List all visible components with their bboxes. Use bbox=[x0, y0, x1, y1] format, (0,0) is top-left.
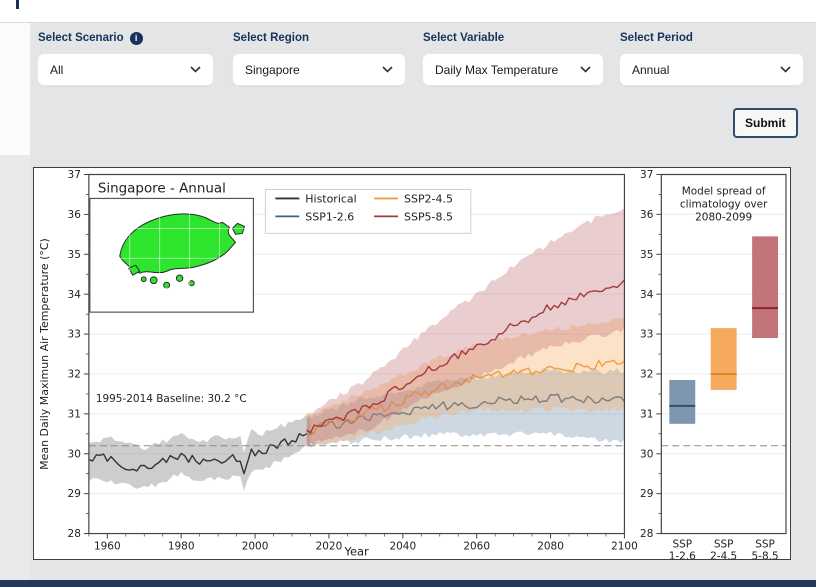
region-value: Singapore bbox=[245, 63, 300, 77]
box-panel-title: 2080-2099 bbox=[695, 211, 752, 223]
svg-text:28: 28 bbox=[640, 528, 653, 540]
chevron-down-icon bbox=[780, 66, 791, 73]
left-margin bbox=[0, 23, 30, 155]
svg-text:2080: 2080 bbox=[537, 541, 564, 553]
filter-scenario: Select Scenario i All bbox=[38, 31, 213, 85]
svg-text:34: 34 bbox=[68, 289, 82, 301]
svg-text:29: 29 bbox=[640, 488, 653, 500]
period-label-row: Select Period bbox=[620, 31, 803, 45]
scenario-select[interactable]: All bbox=[38, 54, 213, 85]
period-value: Annual bbox=[632, 63, 669, 77]
svg-text:34: 34 bbox=[640, 289, 654, 301]
svg-text:29: 29 bbox=[68, 488, 81, 500]
period-label: Select Period bbox=[620, 32, 693, 44]
svg-text:SSP: SSP bbox=[672, 539, 692, 551]
info-icon[interactable]: i bbox=[130, 32, 143, 45]
svg-text:2020: 2020 bbox=[316, 541, 343, 553]
svg-text:1960: 1960 bbox=[94, 541, 121, 553]
top-nav-bar bbox=[0, 0, 816, 23]
box-panel-title: Model spread of bbox=[682, 185, 766, 197]
svg-text:2040: 2040 bbox=[389, 541, 416, 553]
box-1-2.6 bbox=[669, 380, 695, 424]
svg-text:33: 33 bbox=[68, 329, 81, 341]
region-select[interactable]: Singapore bbox=[233, 54, 405, 85]
scenario-value: All bbox=[50, 63, 63, 77]
svg-text:SSP1-2.6: SSP1-2.6 bbox=[305, 210, 354, 223]
variable-label-row: Select Variable bbox=[423, 31, 603, 45]
variable-label: Select Variable bbox=[423, 32, 504, 44]
box-panel-title: climatology over bbox=[680, 198, 768, 210]
region-label-row: Select Region bbox=[233, 31, 405, 45]
svg-text:SSP: SSP bbox=[755, 539, 775, 551]
chart-card: 28 28 29 29 30 30 31 31 32 32 33 33 34 34 35 35 36 36 37 37… bbox=[33, 167, 791, 560]
chart-title: Singapore - Annual bbox=[98, 181, 226, 196]
svg-text:2100: 2100 bbox=[611, 541, 638, 553]
legend: Historical SSP1-2.6 SSP2-4.5 SSP5-8.5 bbox=[265, 189, 470, 233]
svg-text:1980: 1980 bbox=[168, 541, 195, 553]
x-axis-label: Year bbox=[344, 544, 370, 558]
svg-text:32: 32 bbox=[68, 369, 81, 381]
region-label: Select Region bbox=[233, 32, 309, 44]
filter-region: Select Region Singapore bbox=[233, 31, 405, 85]
scenario-label-row: Select Scenario i bbox=[38, 31, 213, 45]
variable-value: Daily Max Temperature bbox=[435, 63, 558, 77]
svg-text:30: 30 bbox=[640, 448, 653, 460]
scenario-label: Select Scenario bbox=[38, 32, 124, 44]
top-nav-fragment bbox=[16, 0, 19, 9]
inset-map bbox=[90, 198, 254, 312]
y-axis-label: Mean Daily Maximun Air Temperature (°C) bbox=[38, 238, 51, 470]
svg-text:35: 35 bbox=[68, 249, 81, 261]
period-select[interactable]: Annual bbox=[620, 54, 803, 85]
svg-text:Historical: Historical bbox=[305, 192, 356, 205]
svg-text:37: 37 bbox=[640, 169, 653, 181]
svg-text:2000: 2000 bbox=[242, 541, 269, 553]
series-historical bbox=[89, 414, 311, 490]
svg-text:36: 36 bbox=[640, 209, 653, 221]
svg-text:33: 33 bbox=[640, 329, 653, 341]
climate-projection-chart: 28 28 29 29 30 30 31 31 32 32 33 33 34 34 35 35 36 36 37 37… bbox=[34, 168, 790, 559]
svg-text:36: 36 bbox=[68, 209, 81, 221]
box-panel: Model spread ofclimatology over2080-2099… bbox=[669, 185, 779, 559]
chevron-down-icon bbox=[382, 66, 393, 73]
svg-text:31: 31 bbox=[68, 408, 81, 420]
baseline-annotation: 1995-2014 Baseline: 30.2 °C bbox=[96, 393, 247, 405]
page: Select Scenario i All Select Region Sing… bbox=[0, 0, 816, 587]
footer-bar bbox=[0, 580, 816, 587]
submit-button[interactable]: Submit bbox=[733, 108, 798, 138]
svg-text:SSP2-4.5: SSP2-4.5 bbox=[404, 192, 453, 205]
filter-variable: Select Variable Daily Max Temperature bbox=[423, 31, 603, 85]
svg-text:1-2.6: 1-2.6 bbox=[669, 550, 696, 559]
svg-text:2060: 2060 bbox=[463, 541, 490, 553]
svg-text:37: 37 bbox=[68, 169, 81, 181]
svg-text:31: 31 bbox=[640, 408, 653, 420]
svg-text:30: 30 bbox=[68, 448, 81, 460]
svg-text:35: 35 bbox=[640, 249, 653, 261]
box-2-4.5 bbox=[711, 328, 737, 390]
svg-text:2-4.5: 2-4.5 bbox=[710, 550, 737, 559]
chevron-down-icon bbox=[190, 66, 201, 73]
svg-text:SSP: SSP bbox=[714, 539, 734, 551]
chevron-down-icon bbox=[580, 66, 591, 73]
svg-text:28: 28 bbox=[68, 528, 81, 540]
svg-text:32: 32 bbox=[640, 369, 653, 381]
box-5-8.5 bbox=[752, 236, 778, 338]
filter-period: Select Period Annual bbox=[620, 31, 803, 85]
svg-text:5-8.5: 5-8.5 bbox=[752, 550, 779, 559]
variable-select[interactable]: Daily Max Temperature bbox=[423, 54, 603, 85]
svg-text:SSP5-8.5: SSP5-8.5 bbox=[404, 210, 453, 223]
